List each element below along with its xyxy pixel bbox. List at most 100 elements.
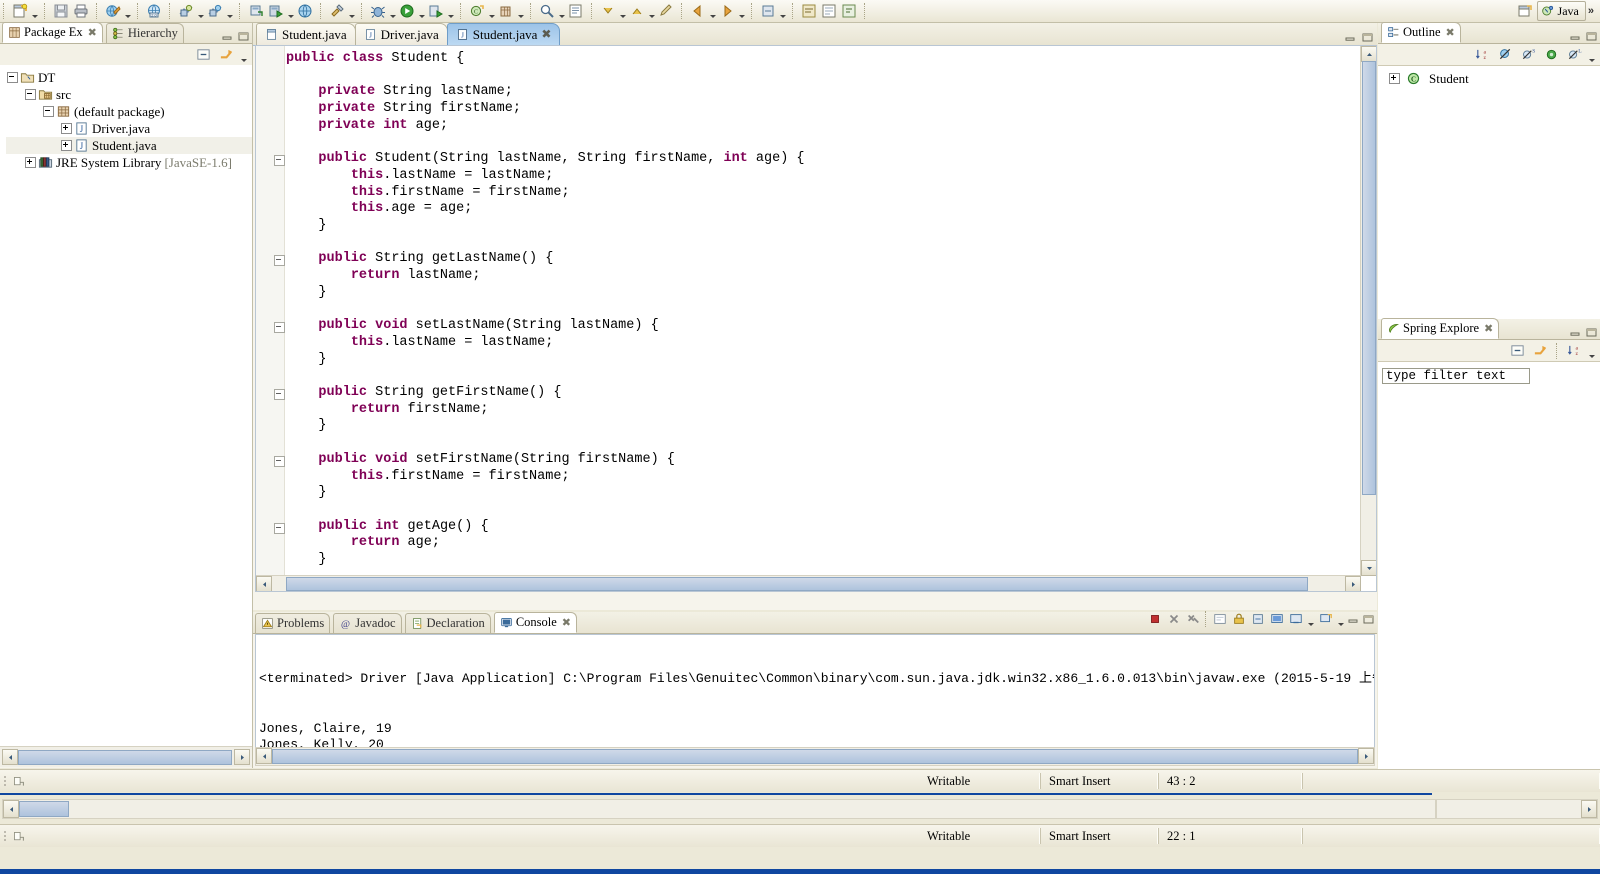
close-icon[interactable]: ✖ — [541, 27, 551, 42]
new-web-project-icon[interactable] — [103, 2, 123, 21]
tab-console[interactable]: Console ✖ — [494, 612, 577, 633]
fold-collapse-icon[interactable] — [274, 255, 285, 266]
close-icon[interactable]: ✖ — [562, 616, 571, 629]
hscroll-thumb[interactable] — [19, 801, 69, 817]
previous-annotation-icon[interactable] — [627, 2, 647, 21]
expand-toggle-icon[interactable] — [60, 122, 73, 135]
source-code-text[interactable]: public class Student { private String la… — [286, 46, 1376, 591]
scroll-right-button[interactable] — [234, 749, 250, 765]
tree-item[interactable]: JStudent.java — [6, 137, 252, 154]
scroll-right-button[interactable] — [1358, 748, 1374, 764]
tab-problems[interactable]: Problems — [255, 613, 330, 633]
close-icon[interactable]: ✖ — [88, 26, 97, 39]
scroll-left-button[interactable] — [2, 749, 18, 765]
maximize-icon[interactable] — [1361, 32, 1374, 43]
new-java-class-dropdown-icon[interactable] — [487, 0, 496, 23]
open-web-browser-icon[interactable] — [295, 2, 315, 21]
run-servers-dropdown-icon[interactable] — [225, 0, 234, 23]
display-selected-console-icon[interactable] — [1268, 611, 1285, 628]
editor-tab-driver[interactable]: J Driver.java — [355, 23, 448, 45]
hscroll-thumb[interactable] — [18, 750, 232, 765]
view-menu-icon[interactable] — [1587, 339, 1596, 363]
scroll-right-button[interactable] — [1581, 800, 1597, 818]
last-edit-location-icon[interactable] — [656, 2, 676, 21]
new-java-package-icon[interactable] — [496, 2, 516, 21]
next-annotation-icon[interactable] — [598, 2, 618, 21]
tree-item[interactable]: (default package) — [6, 103, 252, 120]
toggle-mark-occurrences-icon[interactable] — [799, 2, 819, 21]
pin-console-icon[interactable] — [1249, 611, 1266, 628]
save-icon[interactable] — [51, 2, 71, 21]
run-last-icon[interactable] — [426, 2, 446, 21]
new-console-view-icon[interactable] — [1317, 611, 1334, 628]
package-explorer-tree[interactable]: DTsrc(default package)JDriver.javaJStude… — [0, 65, 252, 746]
secondary-hscrollbar-right[interactable] — [1436, 799, 1598, 819]
editor-tab-student-2[interactable]: J Student.java ✖ — [447, 23, 561, 45]
external-tools-icon[interactable] — [327, 2, 347, 21]
deploy-module-dropdown-icon[interactable] — [196, 0, 205, 23]
package-explorer-hscrollbar[interactable] — [0, 746, 252, 767]
editor-vscrollbar[interactable] — [1360, 46, 1376, 576]
deploy-module-icon[interactable] — [176, 2, 196, 21]
scroll-right-button[interactable] — [1345, 576, 1361, 592]
scroll-lock-icon[interactable] — [1230, 611, 1247, 628]
view-menu-icon[interactable] — [1587, 43, 1596, 67]
remove-launch-icon[interactable] — [1165, 611, 1182, 628]
pin-editor-icon[interactable] — [758, 2, 778, 21]
tab-hierarchy[interactable]: Hierarchy — [106, 23, 184, 43]
link-with-editor-icon[interactable] — [216, 45, 236, 64]
fold-collapse-icon[interactable] — [274, 523, 285, 534]
scroll-down-button[interactable] — [1361, 560, 1377, 576]
tree-item[interactable]: JRE System Library[JavaSE-1.6] — [6, 154, 252, 171]
scroll-up-button[interactable] — [1361, 46, 1377, 62]
maximize-icon[interactable] — [1585, 31, 1598, 42]
hide-fields-icon[interactable] — [1495, 45, 1515, 64]
editor-tab-student-1[interactable]: Student.java — [256, 23, 356, 45]
close-icon[interactable]: ✖ — [1446, 26, 1455, 39]
open-type-icon[interactable] — [566, 2, 586, 21]
forward-dropdown-icon[interactable] — [737, 0, 746, 23]
hscroll-thumb[interactable] — [272, 749, 1358, 764]
console-hscrollbar[interactable] — [255, 747, 1375, 766]
external-tools-dropdown-icon[interactable] — [347, 0, 356, 23]
myeclipse-web-browser-icon[interactable]: 2.0 — [144, 2, 164, 21]
fold-collapse-icon[interactable] — [274, 322, 285, 333]
code-editor[interactable]: public class Student { private String la… — [255, 45, 1377, 592]
print-icon[interactable] — [71, 2, 91, 21]
clear-console-icon[interactable] — [1211, 611, 1228, 628]
hide-nonpublic-icon[interactable] — [1541, 45, 1561, 64]
console-output[interactable]: <terminated> Driver [Java Application] C… — [255, 634, 1375, 748]
scroll-left-button[interactable] — [256, 576, 272, 592]
pin-editor-dropdown-icon[interactable] — [778, 0, 787, 23]
expand-toggle-icon[interactable] — [24, 156, 37, 169]
minimize-icon[interactable] — [1569, 31, 1582, 42]
tab-declaration[interactable]: Declaration — [405, 613, 491, 633]
collapse-all-icon[interactable] — [1507, 341, 1527, 360]
open-database-icon[interactable] — [246, 2, 266, 21]
tree-item[interactable]: DT — [6, 69, 252, 86]
new-wizard-icon[interactable] — [10, 2, 30, 21]
run-dropdown-icon[interactable] — [417, 0, 426, 23]
hide-static-icon[interactable]: S — [1518, 45, 1538, 64]
new-wizard-dropdown-icon[interactable] — [30, 0, 39, 23]
perspective-java-button[interactable]: Java — [1537, 1, 1586, 21]
debug-icon[interactable] — [368, 2, 388, 21]
secondary-hscrollbar[interactable] — [2, 799, 1436, 819]
back-dropdown-icon[interactable] — [708, 0, 717, 23]
new-java-class-icon[interactable]: C — [467, 2, 487, 21]
hscroll-thumb[interactable] — [286, 577, 1308, 591]
tab-package-explorer[interactable]: Package Ex ✖ — [2, 22, 103, 43]
close-icon[interactable]: ✖ — [1484, 322, 1493, 335]
collapse-toggle-icon[interactable] — [24, 88, 37, 101]
open-console-icon[interactable] — [1287, 611, 1304, 628]
minimize-icon[interactable] — [1344, 32, 1357, 43]
run-last-dropdown-icon[interactable] — [446, 0, 455, 23]
view-menu-icon[interactable] — [239, 43, 248, 67]
expand-toggle-icon[interactable] — [60, 139, 73, 152]
open-perspective-icon[interactable] — [1515, 2, 1535, 21]
new-web-project-dropdown-icon[interactable] — [123, 0, 132, 23]
filter-input[interactable] — [1382, 368, 1530, 384]
tab-spring-explorer[interactable]: Spring Explore ✖ — [1381, 318, 1499, 339]
fold-collapse-icon[interactable] — [274, 155, 285, 166]
minimize-icon[interactable] — [1347, 614, 1360, 625]
